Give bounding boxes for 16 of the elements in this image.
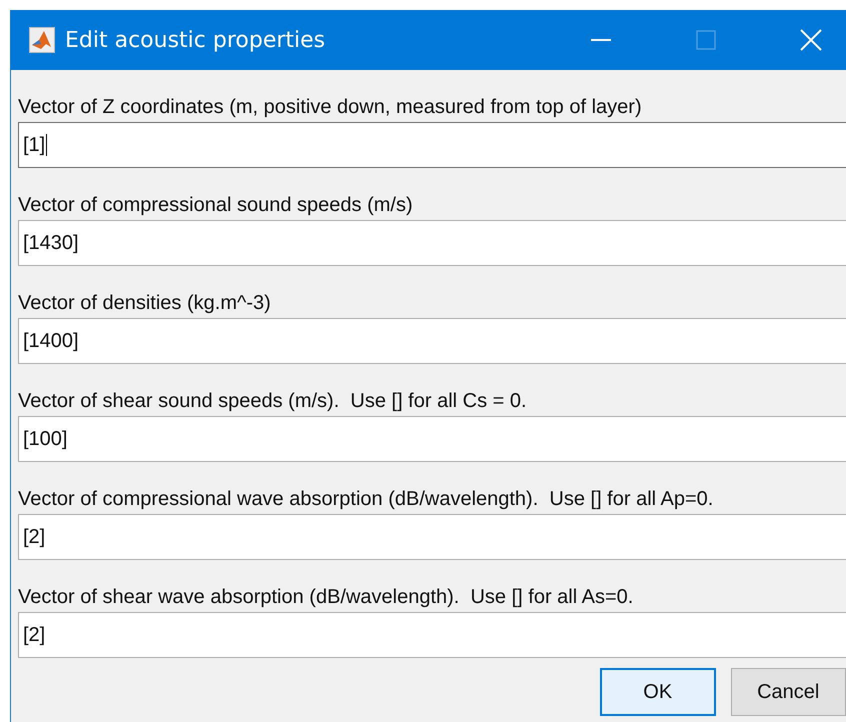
field-label: Vector of densities (kg.m^-3) <box>18 291 272 316</box>
field-label: Vector of compressional sound speeds (m/s) <box>18 193 414 218</box>
field-label: Vector of Z coordinates (m, positive down, measured from top of layer) <box>18 95 643 120</box>
app-icon <box>29 27 55 53</box>
field-label: Vector of shear wave absorption (dB/wavelength). Use [] for all As=0. <box>18 585 634 610</box>
input-field[interactable]: [1400] <box>18 318 846 364</box>
window-title: Edit acoustic properties <box>65 28 326 52</box>
input-field[interactable]: [100] <box>18 416 846 462</box>
input-field[interactable]: [1430] <box>18 220 846 266</box>
field-label: Vector of compressional wave absorption (dB/wavelength). Use [] for all Ap=0. <box>18 487 714 512</box>
input-field[interactable]: [2] <box>18 612 846 658</box>
dialog-button[interactable]: Cancel <box>730 668 846 716</box>
dialog-button[interactable]: OK <box>600 668 716 716</box>
field-label: Vector of shear sound speeds (m/s). Use [] for all Cs = 0. <box>18 389 528 414</box>
input-field[interactable]: [1] <box>18 122 846 168</box>
input-field[interactable]: [2] <box>18 514 846 560</box>
